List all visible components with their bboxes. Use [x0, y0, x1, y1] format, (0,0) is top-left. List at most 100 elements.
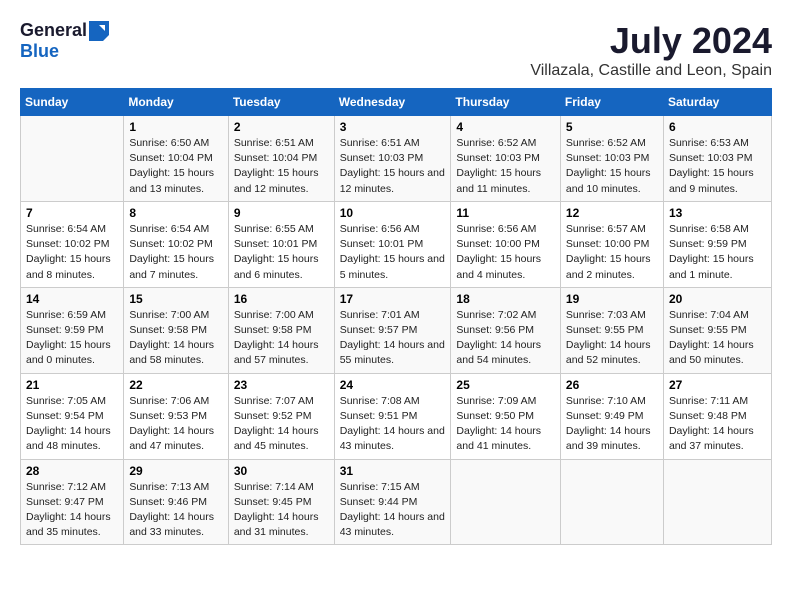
day-number: 21: [26, 378, 118, 392]
day-info: Sunrise: 7:10 AMSunset: 9:49 PMDaylight:…: [566, 394, 658, 455]
day-info: Sunrise: 6:51 AMSunset: 10:03 PMDaylight…: [340, 136, 446, 197]
column-header-saturday: Saturday: [663, 89, 771, 116]
calendar-cell: 24 Sunrise: 7:08 AMSunset: 9:51 PMDayligh…: [334, 373, 451, 459]
calendar-cell: 4Sunrise: 6:52 AMSunset: 10:03 PMDayligh…: [451, 116, 561, 202]
day-info: Sunrise: 7:04 AMSunset: 9:55 PMDaylight:…: [669, 308, 766, 369]
day-info: Sunrise: 7:06 AMSunset: 9:53 PMDaylight:…: [129, 394, 222, 455]
day-number: 9: [234, 206, 329, 220]
calendar-cell: [560, 459, 663, 545]
day-info: Sunrise: 6:59 AMSunset: 9:59 PMDaylight:…: [26, 308, 118, 369]
calendar-cell: 22Sunrise: 7:06 AMSunset: 9:53 PMDayligh…: [124, 373, 228, 459]
calendar-cell: [21, 116, 124, 202]
day-info: Sunrise: 6:55 AMSunset: 10:01 PMDaylight…: [234, 222, 329, 283]
location-title: Villazala, Castille and Leon, Spain: [530, 62, 772, 80]
calendar-cell: 18 Sunrise: 7:02 AMSunset: 9:56 PMDayligh…: [451, 287, 561, 373]
day-info: Sunrise: 6:52 AMSunset: 10:03 PMDaylight…: [456, 136, 555, 197]
day-number: 14: [26, 292, 118, 306]
day-number: 16: [234, 292, 329, 306]
calendar-cell: 28 Sunrise: 7:12 AMSunset: 9:47 PMDayligh…: [21, 459, 124, 545]
day-info: Sunrise: 7:09 AMSunset: 9:50 PMDaylight:…: [456, 394, 555, 455]
calendar-cell: 13 Sunrise: 6:58 AMSunset: 9:59 PMDayligh…: [663, 201, 771, 287]
calendar-cell: 7 Sunrise: 6:54 AMSunset: 10:02 PMDayligh…: [21, 201, 124, 287]
day-info: Sunrise: 6:54 AMSunset: 10:02 PMDaylight…: [129, 222, 222, 283]
day-number: 19: [566, 292, 658, 306]
day-info: Sunrise: 7:13 AMSunset: 9:46 PMDaylight:…: [129, 480, 222, 541]
day-info: Sunrise: 7:05 AMSunset: 9:54 PMDaylight:…: [26, 394, 118, 455]
calendar-cell: 30 Sunrise: 7:14 AMSunset: 9:45 PMDayligh…: [228, 459, 334, 545]
day-number: 5: [566, 120, 658, 134]
calendar-cell: 19 Sunrise: 7:03 AMSunset: 9:55 PMDayligh…: [560, 287, 663, 373]
week-row-4: 21 Sunrise: 7:05 AMSunset: 9:54 PMDayligh…: [21, 373, 772, 459]
column-header-wednesday: Wednesday: [334, 89, 451, 116]
calendar-cell: 21 Sunrise: 7:05 AMSunset: 9:54 PMDayligh…: [21, 373, 124, 459]
day-info: Sunrise: 6:53 AMSunset: 10:03 PMDaylight…: [669, 136, 766, 197]
day-number: 13: [669, 206, 766, 220]
calendar-cell: 20 Sunrise: 7:04 AMSunset: 9:55 PMDayligh…: [663, 287, 771, 373]
day-number: 15: [129, 292, 222, 306]
day-number: 6: [669, 120, 766, 134]
day-number: 28: [26, 464, 118, 478]
calendar-cell: 1 Sunrise: 6:50 AMSunset: 10:04 PMDayligh…: [124, 116, 228, 202]
calendar-cell: 11Sunrise: 6:56 AMSunset: 10:00 PMDaylig…: [451, 201, 561, 287]
day-info: Sunrise: 7:07 AMSunset: 9:52 PMDaylight:…: [234, 394, 329, 455]
day-number: 12: [566, 206, 658, 220]
calendar-cell: 16 Sunrise: 7:00 AMSunset: 9:58 PMDayligh…: [228, 287, 334, 373]
logo-blue: Blue: [20, 41, 59, 61]
day-number: 29: [129, 464, 222, 478]
calendar-cell: 17Sunrise: 7:01 AMSunset: 9:57 PMDayligh…: [334, 287, 451, 373]
day-number: 1: [129, 120, 222, 134]
day-info: Sunrise: 7:08 AMSunset: 9:51 PMDaylight:…: [340, 394, 446, 455]
logo-line2: Blue: [20, 41, 59, 62]
column-header-sunday: Sunday: [21, 89, 124, 116]
calendar-cell: 26 Sunrise: 7:10 AMSunset: 9:49 PMDayligh…: [560, 373, 663, 459]
calendar-cell: 3 Sunrise: 6:51 AMSunset: 10:03 PMDayligh…: [334, 116, 451, 202]
calendar-cell: 9 Sunrise: 6:55 AMSunset: 10:01 PMDayligh…: [228, 201, 334, 287]
calendar-cell: 15Sunrise: 7:00 AMSunset: 9:58 PMDayligh…: [124, 287, 228, 373]
logo-line1: General: [20, 20, 109, 41]
day-number: 8: [129, 206, 222, 220]
calendar-cell: 8 Sunrise: 6:54 AMSunset: 10:02 PMDayligh…: [124, 201, 228, 287]
day-info: Sunrise: 7:00 AMSunset: 9:58 PMDaylight:…: [234, 308, 329, 369]
day-info: Sunrise: 7:12 AMSunset: 9:47 PMDaylight:…: [26, 480, 118, 541]
day-number: 2: [234, 120, 329, 134]
week-row-3: 14 Sunrise: 6:59 AMSunset: 9:59 PMDayligh…: [21, 287, 772, 373]
day-number: 31: [340, 464, 446, 478]
calendar-cell: 27Sunrise: 7:11 AMSunset: 9:48 PMDayligh…: [663, 373, 771, 459]
calendar-cell: 23Sunrise: 7:07 AMSunset: 9:52 PMDayligh…: [228, 373, 334, 459]
day-info: Sunrise: 6:52 AMSunset: 10:03 PMDaylight…: [566, 136, 658, 197]
month-title: July 2024: [530, 20, 772, 62]
day-number: 26: [566, 378, 658, 392]
calendar-cell: 25Sunrise: 7:09 AMSunset: 9:50 PMDayligh…: [451, 373, 561, 459]
day-number: 7: [26, 206, 118, 220]
day-number: 24: [340, 378, 446, 392]
calendar-cell: 6 Sunrise: 6:53 AMSunset: 10:03 PMDayligh…: [663, 116, 771, 202]
day-info: Sunrise: 7:03 AMSunset: 9:55 PMDaylight:…: [566, 308, 658, 369]
day-info: Sunrise: 7:02 AMSunset: 9:56 PMDaylight:…: [456, 308, 555, 369]
logo: General Blue: [20, 20, 109, 62]
header-row: SundayMondayTuesdayWednesdayThursdayFrid…: [21, 89, 772, 116]
calendar-cell: 2 Sunrise: 6:51 AMSunset: 10:04 PMDayligh…: [228, 116, 334, 202]
day-number: 10: [340, 206, 446, 220]
day-info: Sunrise: 6:51 AMSunset: 10:04 PMDaylight…: [234, 136, 329, 197]
column-header-thursday: Thursday: [451, 89, 561, 116]
day-number: 18: [456, 292, 555, 306]
day-info: Sunrise: 7:14 AMSunset: 9:45 PMDaylight:…: [234, 480, 329, 541]
week-row-2: 7 Sunrise: 6:54 AMSunset: 10:02 PMDayligh…: [21, 201, 772, 287]
day-info: Sunrise: 6:56 AMSunset: 10:01 PMDaylight…: [340, 222, 446, 283]
column-header-friday: Friday: [560, 89, 663, 116]
day-info: Sunrise: 6:54 AMSunset: 10:02 PMDaylight…: [26, 222, 118, 283]
day-info: Sunrise: 7:15 AMSunset: 9:44 PMDaylight:…: [340, 480, 446, 541]
day-number: 30: [234, 464, 329, 478]
day-number: 3: [340, 120, 446, 134]
day-info: Sunrise: 6:57 AMSunset: 10:00 PMDaylight…: [566, 222, 658, 283]
day-number: 20: [669, 292, 766, 306]
day-number: 11: [456, 206, 555, 220]
calendar-cell: 29 Sunrise: 7:13 AMSunset: 9:46 PMDayligh…: [124, 459, 228, 545]
day-info: Sunrise: 7:11 AMSunset: 9:48 PMDaylight:…: [669, 394, 766, 455]
logo-icon: [89, 21, 109, 41]
day-info: Sunrise: 6:58 AMSunset: 9:59 PMDaylight:…: [669, 222, 766, 283]
column-header-tuesday: Tuesday: [228, 89, 334, 116]
calendar-cell: 5 Sunrise: 6:52 AMSunset: 10:03 PMDayligh…: [560, 116, 663, 202]
day-info: Sunrise: 6:50 AMSunset: 10:04 PMDaylight…: [129, 136, 222, 197]
calendar-table: SundayMondayTuesdayWednesdayThursdayFrid…: [20, 88, 772, 545]
